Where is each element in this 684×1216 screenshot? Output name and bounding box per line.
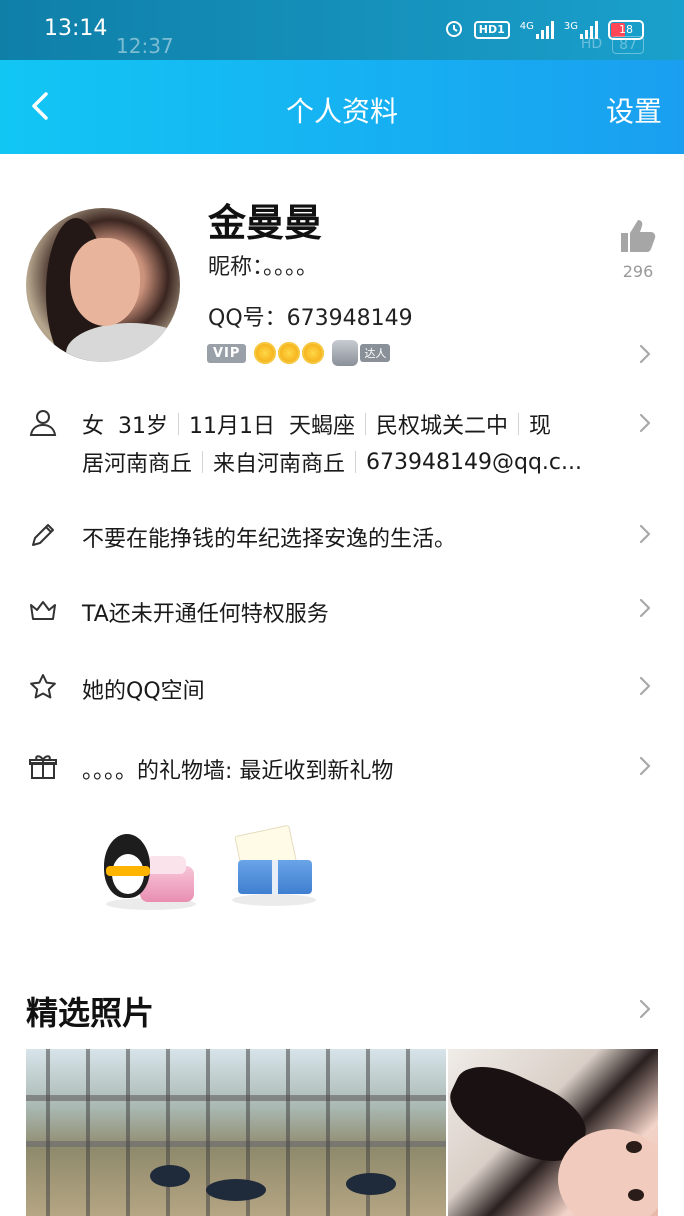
star-icon xyxy=(28,672,58,702)
battery-level: 18 xyxy=(619,22,633,36)
zodiac: 天蝎座 xyxy=(289,414,356,439)
daren-badge: 达人 xyxy=(332,340,391,366)
alarm-icon xyxy=(444,18,464,41)
basic-info-line-2[interactable]: 居河南商丘 来自河南商丘 673948149@qq.c... xyxy=(82,446,582,478)
profile-nickname: 昵称：。。。。 xyxy=(208,255,319,280)
page-title: 个人资料 xyxy=(285,95,398,128)
photos-chevron-icon[interactable] xyxy=(638,999,652,1019)
vip-badge: VIP xyxy=(207,343,247,363)
privilege-row[interactable]: TA还未开通任何特权服务 xyxy=(82,596,329,628)
profile-qq-number: QQ号：673948149 xyxy=(208,306,413,331)
sun-icon xyxy=(302,342,325,364)
like-count: 296 xyxy=(622,262,654,281)
basic-info-line-1[interactable]: 女 31岁 11月1日 天蝎座 民权城关二中 现 xyxy=(82,408,551,440)
crown-icon xyxy=(28,595,58,625)
gift-wall-row[interactable]: 。。。。的礼物墙: 最近收到新礼物 xyxy=(82,753,393,785)
avatar[interactable] xyxy=(26,208,180,362)
winged-phone-icon xyxy=(332,340,359,366)
privilege-chevron-icon[interactable] xyxy=(638,598,652,618)
gift-icon xyxy=(28,752,58,782)
birthday-giftbox-icon[interactable] xyxy=(232,824,316,910)
status-ghost-icons: HD 87 xyxy=(581,36,644,54)
qzone-row[interactable]: 她的QQ空间 xyxy=(82,673,205,705)
thumbs-up-icon xyxy=(621,220,656,252)
like-button[interactable]: 296 xyxy=(618,218,658,281)
penguin-cake-gift-icon[interactable] xyxy=(100,826,196,910)
badges-chevron-icon[interactable] xyxy=(638,344,652,364)
signal-4g-label: 4G xyxy=(519,20,534,32)
status-time: 13:14 xyxy=(44,16,108,41)
signal-4g-icon: 4G xyxy=(519,20,554,39)
sun-icon xyxy=(254,342,277,364)
gift-wall-chevron-icon[interactable] xyxy=(638,756,652,776)
school: 民权城关二中 xyxy=(376,414,509,439)
gender: 女 xyxy=(82,414,105,439)
age: 31岁 xyxy=(118,414,169,439)
pencil-icon xyxy=(28,520,58,550)
daren-label: 达人 xyxy=(360,344,391,362)
birthday: 11月1日 xyxy=(189,414,276,439)
signature-row[interactable]: 不要在能挣钱的年纪选择安逸的生活。 xyxy=(82,521,456,553)
battery-ghost-icon: 87 xyxy=(612,36,644,54)
level-suns xyxy=(254,342,325,364)
residence: 居河南商丘 xyxy=(82,452,193,477)
hd-icon: HD1 xyxy=(473,20,510,39)
status-time-ghost: 12:37 xyxy=(116,34,174,58)
signature-chevron-icon[interactable] xyxy=(638,524,652,544)
featured-photos-title[interactable]: 精选照片 xyxy=(26,988,154,1034)
email: 673948149@qq.c... xyxy=(366,449,583,475)
qzone-chevron-icon[interactable] xyxy=(638,676,652,696)
status-bar: 13:14 12:37 HD1 4G 3G 18 HD 87 xyxy=(0,0,684,60)
signal-3g-label: 3G xyxy=(563,20,578,32)
nav-bar: 个人资料 设置 xyxy=(0,60,684,154)
info-chevron-icon[interactable] xyxy=(638,413,652,433)
photo-peacock-cage[interactable] xyxy=(26,1049,446,1216)
settings-button[interactable]: 设置 xyxy=(606,90,662,130)
profile-name: 金曼曼 xyxy=(208,201,323,245)
person-icon xyxy=(28,408,58,438)
sun-icon xyxy=(278,342,301,364)
photo-selfie[interactable] xyxy=(448,1049,658,1216)
hometown: 来自河南商丘 xyxy=(213,452,346,477)
residence-prefix: 现 xyxy=(529,414,552,439)
badges-row[interactable]: VIP 达人 xyxy=(207,340,391,366)
hd-ghost-icon: HD xyxy=(580,36,603,52)
